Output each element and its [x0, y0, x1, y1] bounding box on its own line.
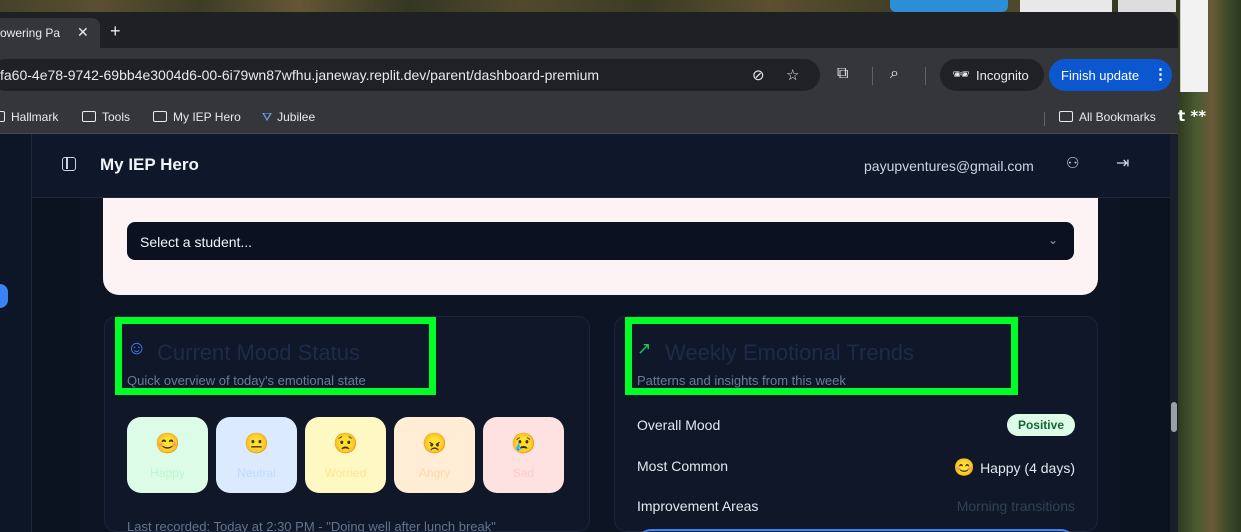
- last-recorded-text: Last recorded: Today at 2:30 PM - "Doing…: [127, 519, 496, 532]
- card-subtitle: Quick overview of today's emotional stat…: [127, 373, 366, 388]
- improvement-areas-row: Improvement Areas Morning transitions: [637, 495, 1075, 517]
- row-label: Overall Mood: [637, 417, 721, 433]
- bookmark-hallmark[interactable]: Hallmark: [0, 110, 58, 124]
- toolbar-divider: [872, 67, 873, 85]
- address-bar[interactable]: fa60-4e78-9742-69bb4e3004d6-00-6i79wn87w…: [0, 59, 820, 91]
- card-subtitle: Patterns and insights from this week: [637, 373, 846, 388]
- more-menu-icon[interactable]: ⋮: [1153, 65, 1168, 83]
- angry-emoji-icon: 😠: [422, 433, 447, 455]
- mood-option-worried[interactable]: 😟 Worried: [305, 417, 386, 493]
- mood-label: Angry: [418, 466, 451, 480]
- bookmark-my-iep-hero[interactable]: My IEP Hero: [153, 110, 241, 124]
- toolbar-divider: [925, 67, 926, 85]
- row-value: 😊 Happy (4 days): [954, 458, 1075, 478]
- user-email: payupventures@gmail.com: [864, 158, 1034, 174]
- tab-title: owering Pa: [0, 26, 61, 40]
- all-bookmarks-label: All Bookmarks: [1079, 110, 1156, 124]
- mood-option-neutral[interactable]: 😐 Neutral: [216, 417, 297, 493]
- trending-up-icon: ↗: [637, 339, 652, 358]
- finish-update-label: Finish update: [1061, 68, 1140, 83]
- most-common-row: Most Common 😊 Happy (4 days): [637, 455, 1075, 477]
- sad-emoji-icon: 😢: [511, 433, 536, 455]
- folder-icon: [0, 111, 5, 122]
- bookmark-label: My IEP Hero: [173, 110, 241, 124]
- app-sidebar: [0, 134, 32, 532]
- sidebar-toggle-icon[interactable]: [62, 157, 76, 171]
- chevron-down-icon: ⌄: [1047, 233, 1058, 247]
- desktop-side-text: t **: [1178, 107, 1207, 125]
- bookmark-label: Tools: [102, 110, 131, 124]
- most-common-value: Happy (4 days): [980, 460, 1075, 476]
- folder-icon: [82, 111, 96, 122]
- desktop-window-edge: [890, 0, 1008, 12]
- row-label: Most Common: [637, 458, 729, 474]
- close-icon[interactable]: ✕: [77, 24, 89, 41]
- web-page: My IEP Hero payupventures@gmail.com ⚇ ⇥ …: [0, 134, 1178, 532]
- desktop-document-edge: [1020, 0, 1112, 12]
- page-scrollbar[interactable]: [1170, 134, 1178, 532]
- current-mood-card: ☺ Current Mood Status Quick overview of …: [104, 316, 590, 532]
- neutral-emoji-icon: 😐: [244, 433, 269, 455]
- card-title: Current Mood Status: [157, 340, 360, 365]
- folder-icon: [153, 111, 167, 122]
- worried-emoji-icon: 😟: [333, 433, 358, 455]
- bookmark-tools[interactable]: Tools: [82, 110, 130, 124]
- new-tab-button[interactable]: +: [110, 22, 121, 40]
- mood-label: Worried: [324, 466, 367, 480]
- browser-tab[interactable]: owering Pa ✕: [0, 18, 100, 48]
- student-select[interactable]: Select a student... ⌄: [127, 222, 1074, 260]
- finish-update-button[interactable]: Finish update ⋮: [1049, 59, 1172, 91]
- incognito-indicator[interactable]: 🕶 Incognito: [940, 59, 1044, 91]
- status-badge: Positive: [1006, 414, 1075, 436]
- card-title: Weekly Emotional Trends: [665, 340, 915, 365]
- bookmark-label: Hallmark: [11, 110, 59, 124]
- desktop-document-edge: [1118, 0, 1176, 12]
- dashboard-content: Select a student... ⌄ ☺ Current Mood Sta…: [80, 198, 1120, 532]
- app-header: My IEP Hero payupventures@gmail.com ⚇ ⇥: [32, 134, 1170, 198]
- student-select-card: Select a student... ⌄: [103, 198, 1098, 295]
- mood-option-sad[interactable]: 😢 Sad: [483, 417, 564, 493]
- overall-mood-row: Overall Mood Positive: [637, 414, 1075, 436]
- bookmark-jubilee[interactable]: ⛛ Jubilee: [262, 110, 315, 125]
- scrollbar-thumb[interactable]: [1171, 402, 1177, 432]
- jubilee-logo-icon: ⛛: [262, 110, 273, 124]
- mood-option-angry[interactable]: 😠 Angry: [394, 417, 475, 493]
- extensions-icon[interactable]: ⧉: [837, 65, 848, 83]
- browser-toolbar: fa60-4e78-9742-69bb4e3004d6-00-6i79wn87w…: [0, 48, 1178, 102]
- incognito-icon: 🕶: [952, 66, 970, 82]
- tab-search-icon[interactable]: ⌕: [890, 65, 899, 83]
- logout-icon[interactable]: ⇥: [1116, 153, 1129, 173]
- eye-off-icon[interactable]: ⊘: [752, 66, 765, 84]
- bookmark-label: Jubilee: [277, 110, 316, 124]
- row-value: Morning transitions: [956, 498, 1075, 514]
- url-text: fa60-4e78-9742-69bb4e3004d6-00-6i79wn87w…: [0, 67, 600, 83]
- happy-emoji-icon: 😊: [953, 458, 976, 477]
- folder-icon: [1059, 111, 1073, 122]
- user-icon[interactable]: ⚇: [1066, 154, 1079, 172]
- bookmark-star-icon[interactable]: ☆: [786, 66, 799, 84]
- bookmarks-bar: Hallmark Tools My IEP Hero ⛛ Jubilee All …: [0, 102, 1178, 134]
- weekly-trends-card: ↗ Weekly Emotional Trends Patterns and i…: [614, 316, 1098, 532]
- happy-emoji-icon: 😊: [155, 433, 180, 455]
- app-title: My IEP Hero: [100, 155, 199, 174]
- tab-strip: owering Pa ✕ +: [0, 12, 1178, 48]
- row-label: Improvement Areas: [637, 498, 759, 514]
- browser-window: owering Pa ✕ + fa60-4e78-9742-69bb4e3004…: [0, 12, 1178, 532]
- mood-label: Sad: [512, 466, 535, 480]
- mood-label: Neutral: [237, 466, 276, 480]
- incognito-label: Incognito: [976, 68, 1029, 83]
- bookmarks-divider: [1044, 112, 1045, 126]
- student-select-placeholder: Select a student...: [140, 234, 253, 250]
- smile-icon: ☺: [127, 338, 147, 359]
- desktop-note-edge: [1180, 0, 1208, 92]
- mood-option-happy[interactable]: 😊 Happy: [127, 417, 208, 493]
- mood-label: Happy: [150, 466, 185, 480]
- all-bookmarks-button[interactable]: All Bookmarks: [1059, 110, 1156, 124]
